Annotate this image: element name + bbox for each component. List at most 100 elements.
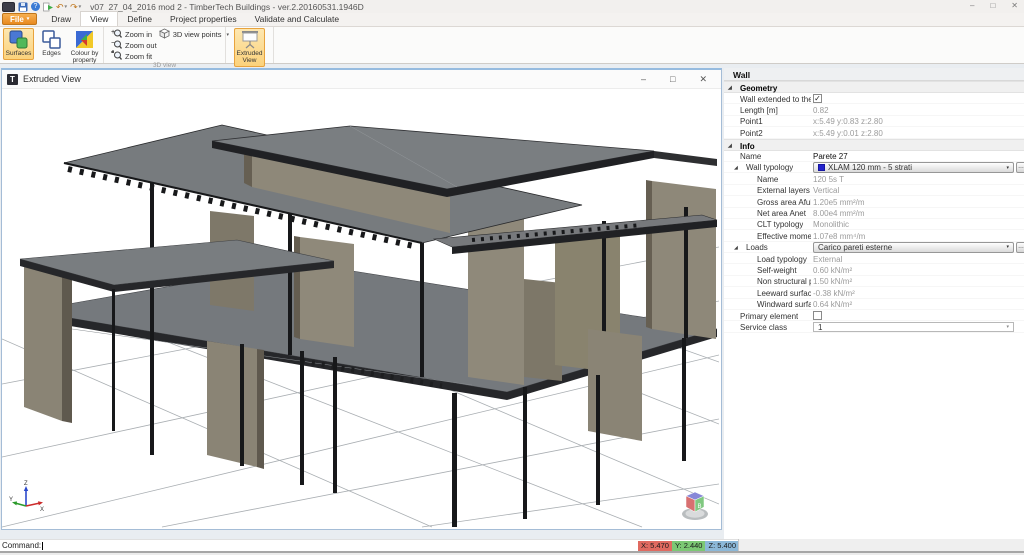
collapse-icon[interactable]: ◢ [734,165,738,171]
close-button[interactable]: ✕ [699,74,707,85]
edges-icon [42,30,62,51]
section-info[interactable]: ◢ Info [724,139,1024,151]
row-point2: Point2 x:5.49 y:0.01 z:2.80 [724,127,1024,138]
row-windward-surface: Windward surface 0.64 kN/m² [724,299,1024,310]
axis-y-label: Y [9,497,13,503]
browse-button[interactable]: … [1016,162,1024,173]
row-net-area: Net area Anet 8.00e4 mm²/m [724,208,1024,219]
close-button[interactable]: ✕ [1011,1,1018,10]
collapse-icon[interactable]: ◢ [728,85,732,91]
loads-dropdown[interactable]: Carico pareti esterne ▾ [813,242,1014,253]
row-gross-area: Gross area Afull 1.20e5 mm²/m [724,196,1024,207]
row-point1: Point1 x:5.49 y:0.83 z:2.80 [724,116,1024,127]
chevron-down-icon[interactable]: ▾ [79,4,82,10]
ribbon: Surfaces Edges Colour by property Aspect [0,27,1024,64]
maximize-button[interactable]: □ [670,74,675,85]
building-model-svg[interactable] [2,89,719,528]
timbertech-icon: T [7,74,18,85]
row-non-structural: Non structural per... 1.50 kN/m² [724,276,1024,287]
building-model [20,125,717,527]
tab-define[interactable]: Define [118,12,161,26]
cube-face-label: B [698,504,702,510]
application-window: ? ↶▾ ↷▾ v07_27_04_2016 mod 2 - TimberTec… [0,0,1024,555]
row-external-layers: External layers Vertical [724,185,1024,196]
ribbon-group-extruded-view: Extruded View Extruded View [226,27,274,63]
minimize-button[interactable]: – [641,74,646,85]
zoom-out-button[interactable]: − Zoom out [111,41,157,50]
save-icon[interactable] [18,1,28,12]
chevron-down-icon[interactable]: ▾ [65,4,68,10]
coordinate-x: X: 5.470 [638,541,672,551]
minimize-button[interactable]: – [970,1,974,10]
zoom-fit-button[interactable]: Zoom fit [111,52,157,61]
ribbon-group-3d-view: + Zoom in − Zoom out Zoom fit [104,27,226,63]
command-bar[interactable]: Command: X: 5.470 Y: 2.440 Z: 5.400 [0,539,738,551]
row-leeward-surface: Leeward surface -0.38 kN/m² [724,287,1024,298]
row-wall-typology: ◢ Wall typology XLAM 120 mm - 5 strati ▾… [724,162,1024,173]
chevron-down-icon: ▾ [1006,324,1009,330]
viewport-title: Extruded View [23,74,81,84]
extruded-view-button[interactable]: Extruded View [234,28,265,67]
chevron-down-icon: ▾ [1006,165,1009,171]
tab-project-properties[interactable]: Project properties [161,12,246,26]
property-panel: Wall ◢ Geometry Wall extended to the fl.… [724,68,1024,551]
chevron-down-icon: ▾ [27,16,30,22]
colour-by-property-icon [75,30,95,51]
cube-icon [159,28,170,41]
wall-typology-dropdown[interactable]: XLAM 120 mm - 5 strati ▾ [813,162,1014,173]
browse-button[interactable]: … [1016,242,1024,253]
undo-icon[interactable]: ↶▾ [56,1,67,12]
viewport-titlebar[interactable]: T Extruded View – □ ✕ [2,70,721,89]
tab-validate-and-calculate[interactable]: Validate and Calculate [246,12,348,26]
3d-view-points-button[interactable]: 3D view points ▾ [159,30,229,39]
navigation-cube[interactable]: B [677,486,713,522]
viewport-3d-canvas[interactable]: Z Y X B [2,89,719,528]
ribbon-group-aspect: Surfaces Edges Colour by property Aspect [0,27,104,63]
name-field[interactable]: Parete 27 [813,152,848,161]
export-icon[interactable] [43,1,53,12]
row-self-weight: Self-weight 0.60 kN/m² [724,264,1024,275]
primary-element-checkbox[interactable] [813,311,822,320]
row-clt-typology: CLT typology Monolithic [724,219,1024,230]
zoom-in-button[interactable]: + Zoom in [111,30,157,39]
edges-button[interactable]: Edges [36,28,67,60]
chevron-down-icon: ▾ [1006,244,1009,250]
panel-title: Wall [724,68,1024,81]
row-typology-name: Name 120 5s T [724,173,1024,184]
section-geometry[interactable]: ◢ Geometry [724,81,1024,93]
tab-draw[interactable]: Draw [42,12,80,26]
typology-color-swatch [818,164,825,171]
quick-access-toolbar: ? ↶▾ ↷▾ [0,1,81,12]
help-icon[interactable]: ? [31,1,40,12]
collapse-icon[interactable]: ◢ [728,143,732,149]
maximize-button[interactable]: □ [990,1,995,10]
row-service-class: Service class 1 ▾ [724,321,1024,332]
window-title: v07_27_04_2016 mod 2 - TimberTech Buildi… [90,2,364,12]
collapse-icon[interactable]: ◢ [734,245,738,251]
row-load-typology: Load typology External [724,253,1024,264]
app-menu-icon[interactable] [2,2,15,12]
row-primary-element: Primary element [724,310,1024,321]
service-class-select[interactable]: 1 ▾ [813,322,1014,333]
ribbon-tab-row: File ▾ Draw View Define Project properti… [0,13,1024,27]
row-loads: ◢ Loads Carico pareti esterne ▾ … [724,242,1024,253]
extruded-view-window: T Extruded View – □ ✕ [1,68,722,530]
coordinate-y: Y: 2.440 [672,541,706,551]
surfaces-button[interactable]: Surfaces [3,28,34,60]
row-effective-moment: Effective moment o... 1.07e8 mm⁴/m [724,230,1024,241]
axis-triad: Z Y X [9,478,45,516]
file-menu-button[interactable]: File ▾ [2,13,37,25]
axis-z-label: Z [24,481,28,487]
window-controls: – □ ✕ [970,1,1018,10]
wall-extended-checkbox[interactable]: ✓ [813,94,822,103]
colour-by-property-button[interactable]: Colour by property [69,28,100,67]
tab-view[interactable]: View [80,11,118,26]
coordinate-z: Z: 5.400 [705,541,739,551]
coordinate-display: X: 5.470 Y: 2.440 Z: 5.400 [638,541,739,551]
viewport-window-controls: – □ ✕ [641,74,707,85]
row-name: Name Parete 27 [724,151,1024,162]
axis-x-label: X [40,507,44,513]
row-length: Length [m] 0.82 [724,104,1024,115]
command-label: Command: [2,541,41,550]
extruded-view-icon [239,30,261,51]
